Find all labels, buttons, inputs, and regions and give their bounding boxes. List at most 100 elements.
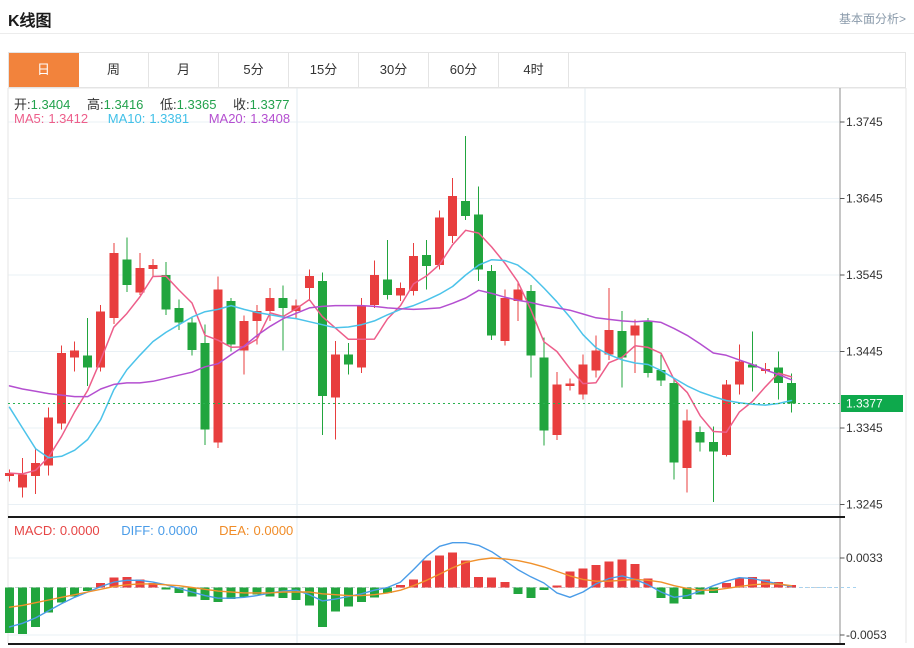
candle-body — [735, 361, 744, 384]
macd-axis-label: -0.0053 — [846, 628, 887, 642]
low-value: 1.3365 — [177, 97, 217, 112]
tab-60min[interactable]: 60分 — [429, 53, 499, 87]
ma20-readout: MA20:1.3408 — [209, 111, 290, 126]
candle-body — [70, 351, 79, 358]
candle-body — [448, 196, 457, 236]
candle-body — [565, 384, 574, 386]
candle-body — [187, 322, 196, 350]
diff-value-readout: DIFF:0.0000 — [121, 523, 197, 538]
tab-month[interactable]: 月 — [149, 53, 219, 87]
macd-hist-bar — [292, 588, 301, 601]
candle-body — [174, 308, 183, 323]
macd-axis-label: 0.0033 — [846, 551, 883, 565]
macd-hist-bar — [422, 561, 431, 588]
candle-body — [331, 355, 340, 398]
candle-body — [539, 358, 548, 431]
macd-hist-bar — [722, 583, 731, 587]
macd-hist-bar — [31, 588, 40, 627]
y-axis-label: 1.3545 — [846, 268, 883, 282]
dea-value-readout: DEA:0.0000 — [219, 523, 293, 538]
macd-hist-bar — [552, 586, 561, 588]
y-axis-label: 1.3245 — [846, 498, 883, 512]
open-label: 开: — [14, 97, 31, 112]
candle-body — [214, 290, 223, 443]
candle-body — [552, 384, 561, 434]
candle-body — [148, 265, 157, 269]
macd-hist-bar — [435, 555, 444, 587]
candle-body — [474, 215, 483, 270]
candle-body — [409, 256, 418, 291]
tab-30min[interactable]: 30分 — [359, 53, 429, 87]
macd-hist-bar — [396, 585, 405, 588]
macd-hist-bar — [161, 588, 170, 590]
candle-body — [396, 288, 405, 296]
macd-hist-bar — [461, 561, 470, 588]
ma-readout: MA5:1.3412 MA10:1.3381 MA20:1.3408 — [14, 111, 306, 126]
candle-body — [461, 201, 470, 216]
candle-body — [422, 255, 431, 266]
macd-hist-bar — [214, 588, 223, 602]
current-price-badge-label: 1.3377 — [846, 397, 883, 411]
candle-body — [500, 298, 509, 341]
candle-body — [383, 280, 392, 295]
tab-4hour[interactable]: 4时 — [499, 53, 569, 87]
macd-hist-bar — [513, 588, 522, 594]
ma5-readout: MA5:1.3412 — [14, 111, 88, 126]
period-tabs: 日 周 月 5分 15分 30分 60分 4时 — [8, 52, 906, 88]
macd-hist-bar — [539, 588, 548, 591]
macd-readout: MACD:0.0000 DIFF:0.0000 DEA:0.0000 — [14, 523, 293, 538]
candle-body — [670, 383, 679, 463]
candle-body — [279, 298, 288, 308]
candle-body — [591, 351, 600, 371]
low-label: 低: — [160, 97, 177, 112]
macd-hist-bar — [500, 582, 509, 587]
y-axis-label: 1.3445 — [846, 345, 883, 359]
candle-body — [722, 384, 731, 454]
y-axis-label: 1.3345 — [846, 421, 883, 435]
candle-body — [83, 355, 92, 367]
candle-body — [135, 268, 144, 292]
macd-hist-bar — [526, 588, 535, 599]
candle-body — [487, 271, 496, 335]
tab-15min[interactable]: 15分 — [289, 53, 359, 87]
macd-hist-bar — [474, 577, 483, 588]
candle-body — [370, 275, 379, 305]
tab-5min[interactable]: 5分 — [219, 53, 289, 87]
open-value: 1.3404 — [31, 97, 71, 112]
macd-hist-bar — [57, 588, 66, 603]
high-label: 高: — [87, 97, 104, 112]
candle-body — [605, 330, 614, 354]
candle-body — [18, 475, 27, 488]
macd-hist-bar — [605, 562, 614, 588]
candle-body — [435, 218, 444, 265]
candle-body — [305, 276, 314, 288]
macd-hist-bar — [565, 571, 574, 587]
candle-body — [631, 325, 640, 335]
candle-body — [227, 301, 236, 345]
tab-week[interactable]: 周 — [79, 53, 149, 87]
high-value: 1.3416 — [104, 97, 144, 112]
candle-body — [709, 442, 718, 452]
candle-body — [696, 432, 705, 443]
macd-value-readout: MACD:0.0000 — [14, 523, 100, 538]
candle-body — [57, 353, 66, 423]
close-value: 1.3377 — [250, 97, 290, 112]
tab-day[interactable]: 日 — [9, 53, 79, 87]
candle-body — [683, 420, 692, 467]
candle-body — [122, 260, 131, 285]
macd-hist-bar — [18, 588, 27, 635]
y-axis-label: 1.3745 — [846, 115, 883, 129]
ma10-readout: MA10:1.3381 — [108, 111, 189, 126]
candle-body — [526, 291, 535, 355]
y-axis-label: 1.3645 — [846, 192, 883, 206]
macd-hist-bar — [618, 560, 627, 588]
candle-body — [200, 343, 209, 429]
candle-body — [357, 306, 366, 368]
candle-body — [344, 355, 353, 365]
close-label: 收: — [233, 97, 250, 112]
candle-body — [109, 253, 118, 318]
macd-hist-bar — [487, 578, 496, 588]
candle-body — [318, 281, 327, 396]
macd-hist-bar — [631, 564, 640, 587]
candle-body — [266, 298, 275, 311]
